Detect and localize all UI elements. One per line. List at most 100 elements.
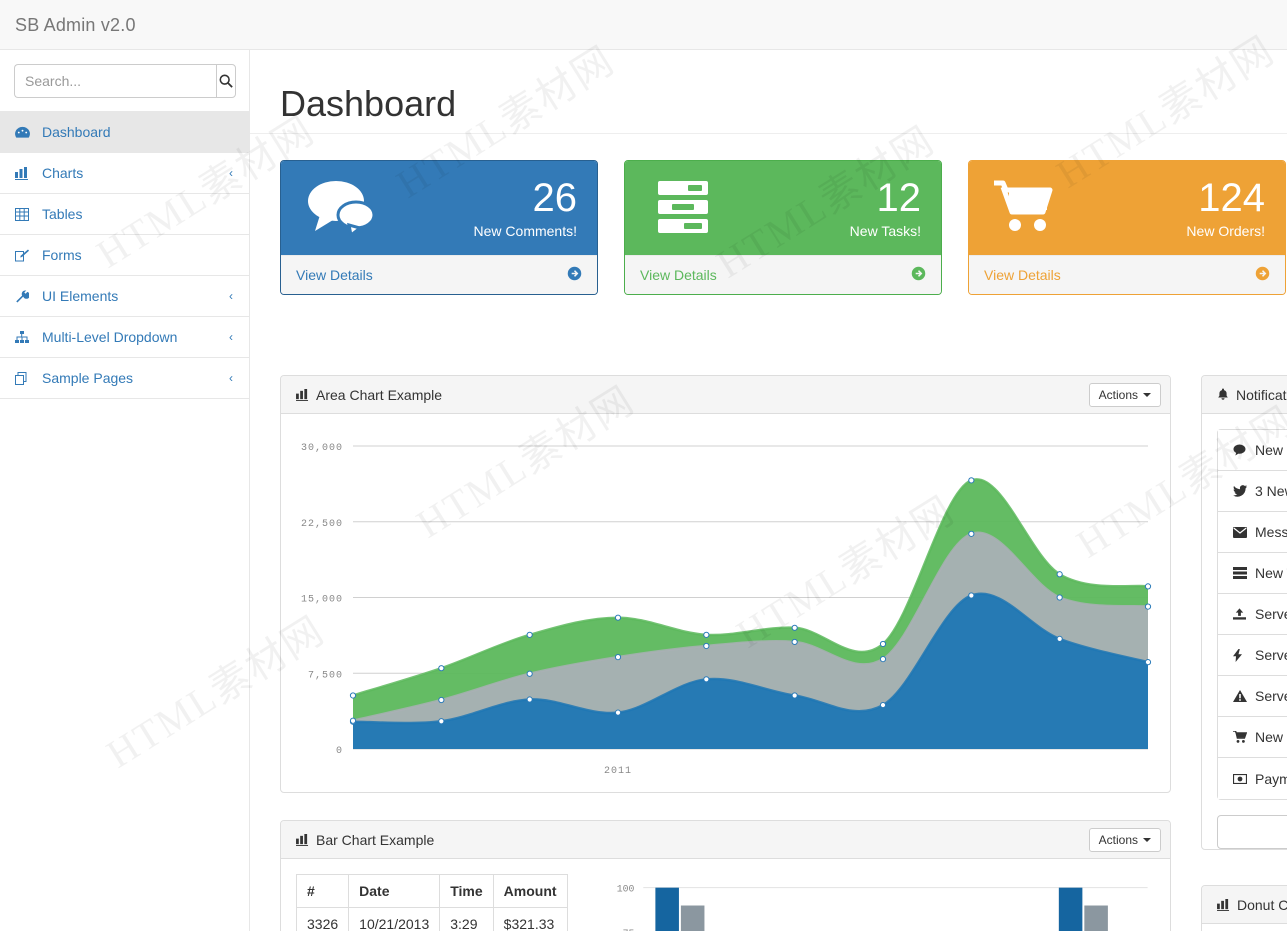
notification-item-new-order[interactable]: New Order Placed <box>1218 717 1287 758</box>
upload-icon <box>1233 608 1255 620</box>
stat-label: New Orders! <box>1072 223 1265 239</box>
notifications-panel: Notifications Panel New Comment 3 New Fo… <box>1201 375 1287 850</box>
table-head: # Date Time Amount <box>297 875 568 908</box>
sidebar-item-dashboard[interactable]: Dashboard <box>0 112 249 153</box>
stat-panel-text: 124 New Orders! <box>1072 177 1270 239</box>
sidebar-item-label: UI Elements <box>42 288 118 304</box>
view-details-label: View Details <box>640 267 717 283</box>
notification-item-payment[interactable]: Payment Received <box>1218 758 1287 799</box>
stat-panel-row: 26 New Comments! View Details <box>280 160 1286 295</box>
stat-panel-top: 124 New Orders! <box>969 161 1285 255</box>
stat-panel-text: 12 New Tasks! <box>728 177 926 239</box>
edit-icon <box>15 249 35 262</box>
donut-chart-panel: Donut Chart Example <box>1201 885 1287 931</box>
notification-item-followers[interactable]: 3 New Followers <box>1218 471 1287 512</box>
svg-text:2011: 2011 <box>604 766 632 777</box>
sidebar-item-charts[interactable]: Charts ‹ <box>0 153 249 194</box>
search-button[interactable] <box>216 64 236 98</box>
cell-id: 3326 <box>297 908 349 931</box>
svg-text:15,000: 15,000 <box>301 595 343 606</box>
notifications-list: New Comment 3 New Followers Message Sent <box>1217 429 1287 800</box>
transactions-table: # Date Time Amount 3326 10/21/2013 3:29 … <box>296 874 568 931</box>
notification-label: Message Sent <box>1255 524 1287 540</box>
envelope-icon <box>1233 527 1255 538</box>
panel-title: Donut Chart Example <box>1237 897 1287 913</box>
panel-heading: Notifications Panel <box>1202 376 1287 414</box>
sidebar-item-tables[interactable]: Tables <box>0 194 249 235</box>
stat-panel-tasks[interactable]: 12 New Tasks! View Details <box>624 160 942 295</box>
view-details-label: View Details <box>984 267 1061 283</box>
wrench-icon <box>15 290 35 303</box>
sidebar-item-label: Multi-Level Dropdown <box>42 329 177 345</box>
panel-heading: Area Chart Example Actions <box>281 376 1170 414</box>
donut-body <box>1202 924 1287 931</box>
brand-title[interactable]: SB Admin v2.0 <box>15 0 136 50</box>
sidebar-item-sample-pages[interactable]: Sample Pages ‹ <box>0 358 249 399</box>
chevron-left-icon: ‹ <box>229 167 233 179</box>
bar-chart[interactable]: 75100 <box>606 874 1155 931</box>
panel-title: Notifications Panel <box>1236 387 1287 403</box>
panel-title: Bar Chart Example <box>316 832 434 848</box>
svg-text:30,000: 30,000 <box>301 443 343 454</box>
sidebar-nav: Dashboard Charts ‹ <box>0 112 249 399</box>
area-chart[interactable]: 07,50015,00022,50030,00020112012 <box>291 424 1160 789</box>
stat-panel-orders[interactable]: 124 New Orders! View Details <box>968 160 1286 295</box>
sidebar-item-forms[interactable]: Forms <box>0 235 249 276</box>
files-icon <box>15 372 35 385</box>
notification-item-server-rebooted[interactable]: Server Rebooted <box>1218 594 1287 635</box>
money-icon <box>1233 774 1255 784</box>
shopping-cart-icon <box>1233 731 1255 743</box>
view-all-alerts-button[interactable]: View All Alerts <box>1217 815 1287 849</box>
svg-text:100: 100 <box>616 884 634 895</box>
bar-chart-icon <box>1217 899 1230 911</box>
stat-panel-footer[interactable]: View Details <box>281 255 597 294</box>
sidebar-item-ui-elements[interactable]: UI Elements ‹ <box>0 276 249 317</box>
arrow-circle-right-icon <box>1255 266 1270 284</box>
panel-heading: Bar Chart Example Actions <box>281 821 1170 859</box>
actions-dropdown-button[interactable]: Actions <box>1089 383 1161 407</box>
cell-amount: $321.33 <box>493 908 567 931</box>
search-input[interactable] <box>14 64 216 98</box>
dashboard-icon <box>15 126 35 139</box>
chevron-left-icon: ‹ <box>229 331 233 343</box>
notification-item-message[interactable]: Message Sent <box>1218 512 1287 553</box>
tasks-icon <box>640 179 728 237</box>
stat-label: New Tasks! <box>728 223 921 239</box>
notification-item-server-crashed[interactable]: Server Crashed! <box>1218 635 1287 676</box>
chevron-down-icon <box>1143 838 1151 842</box>
notification-item-task[interactable]: New Task <box>1218 553 1287 594</box>
bar-chart-panel: Bar Chart Example Actions # Date Time Am… <box>280 820 1171 931</box>
stat-panel-comments[interactable]: 26 New Comments! View Details <box>280 160 598 295</box>
chevron-down-icon <box>1143 393 1151 397</box>
svg-text:22,500: 22,500 <box>301 519 343 530</box>
notification-label: 3 New Followers <box>1255 483 1287 499</box>
actions-label: Actions <box>1099 388 1138 402</box>
chevron-left-icon: ‹ <box>229 290 233 302</box>
area-chart-body: 07,50015,00022,50030,00020112012 <box>281 414 1170 792</box>
notifications-body: New Comment 3 New Followers Message Sent <box>1202 414 1287 864</box>
comment-icon <box>1233 444 1255 456</box>
notification-item-server-not-responding[interactable]: Server Not Responding <box>1218 676 1287 717</box>
sidebar-item-label: Sample Pages <box>42 370 133 386</box>
stat-panel-footer[interactable]: View Details <box>969 255 1285 294</box>
table-row[interactable]: 3326 10/21/2013 3:29 PM $321.33 <box>297 908 568 931</box>
stat-panel-top: 26 New Comments! <box>281 161 597 255</box>
sidebar-item-multi-level-dropdown[interactable]: Multi-Level Dropdown ‹ <box>0 317 249 358</box>
chevron-left-icon: ‹ <box>229 372 233 384</box>
page-title: Dashboard <box>280 84 1287 124</box>
notification-label: Server Crashed! <box>1255 647 1287 663</box>
notification-item-comment[interactable]: New Comment <box>1218 430 1287 471</box>
notification-label: Server Not Responding <box>1255 688 1287 704</box>
tasks-icon <box>1233 567 1255 579</box>
bar-chart-icon <box>296 389 309 401</box>
col-time: Time <box>440 875 493 908</box>
cell-date: 10/21/2013 <box>349 908 440 931</box>
notification-label: Server Rebooted <box>1255 606 1287 622</box>
sidebar-item-label: Dashboard <box>42 124 111 140</box>
sidebar-item-label: Forms <box>42 247 82 263</box>
stat-panel-footer[interactable]: View Details <box>625 255 941 294</box>
sidebar-item-label: Tables <box>42 206 82 222</box>
view-details-label: View Details <box>296 267 373 283</box>
arrow-circle-right-icon <box>911 266 926 284</box>
actions-dropdown-button[interactable]: Actions <box>1089 828 1161 852</box>
